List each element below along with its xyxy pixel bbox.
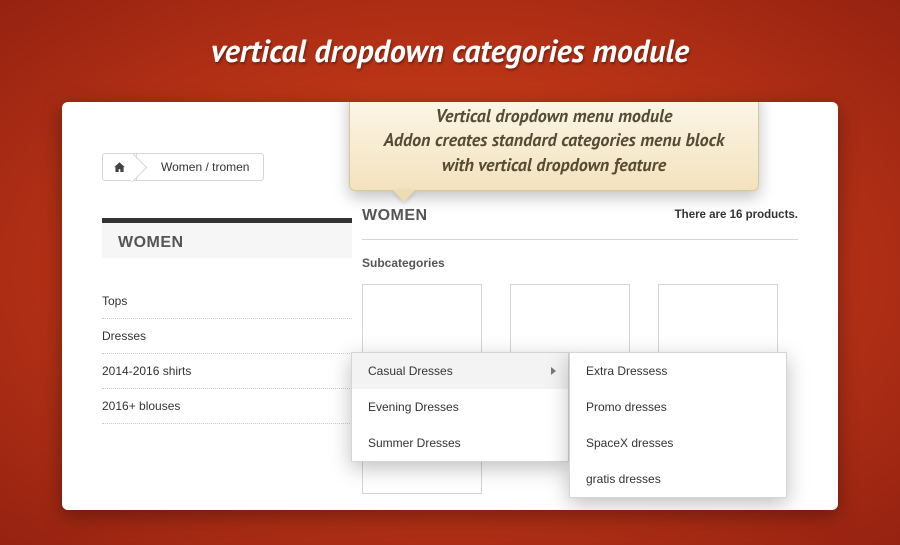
dropdown-item-gratis-dresses[interactable]: gratis dresses <box>570 461 786 497</box>
dropdown-level2: Extra Dressess Promo dresses SpaceX dres… <box>569 352 787 498</box>
dropdown-level1: Casual Dresses Evening Dresses Summer Dr… <box>351 352 569 462</box>
breadcrumb-home[interactable] <box>103 154 137 180</box>
product-count: There are 16 products. <box>675 209 798 221</box>
divider <box>362 239 798 240</box>
dropdown-item-evening-dresses[interactable]: Evening Dresses <box>352 389 568 425</box>
sidebar-item-2014-2016-shirts[interactable]: 2014-2016 shirts <box>102 354 352 389</box>
tooltip-line: Vertical dropdown menu module <box>368 104 740 128</box>
dropdown-item-extra-dressess[interactable]: Extra Dressess <box>570 353 786 389</box>
tooltip-line: Addon creates standard categories menu b… <box>368 128 740 152</box>
subcategories-label: Subcategories <box>362 256 798 270</box>
sidebar-item-2016-blouses[interactable]: 2016+ blouses <box>102 389 352 424</box>
hero-title: vertical dropdown categories module <box>0 29 900 71</box>
sidebar-item-tops[interactable]: Tops <box>102 284 352 319</box>
dropdown-item-spacex-dresses[interactable]: SpaceX dresses <box>570 425 786 461</box>
sidebar-title: WOMEN <box>102 218 352 258</box>
app-card: Vertical dropdown menu module Addon crea… <box>62 102 838 510</box>
breadcrumb: Women / tromen <box>102 153 264 181</box>
sidebar-item-dresses[interactable]: Dresses <box>102 319 352 354</box>
dropdown-item-summer-dresses[interactable]: Summer Dresses <box>352 425 568 461</box>
info-tooltip: Vertical dropdown menu module Addon crea… <box>349 102 759 191</box>
dropdown-item-promo-dresses[interactable]: Promo dresses <box>570 389 786 425</box>
breadcrumb-path[interactable]: Women / tromen <box>137 154 263 180</box>
home-icon <box>113 161 126 174</box>
dropdown-item-casual-dresses[interactable]: Casual Dresses <box>352 353 568 389</box>
sidebar: WOMEN Tops Dresses 2014-2016 shirts 2016… <box>102 218 352 424</box>
tooltip-line: with vertical dropdown feature <box>368 153 740 177</box>
sidebar-list: Tops Dresses 2014-2016 shirts 2016+ blou… <box>102 284 352 424</box>
